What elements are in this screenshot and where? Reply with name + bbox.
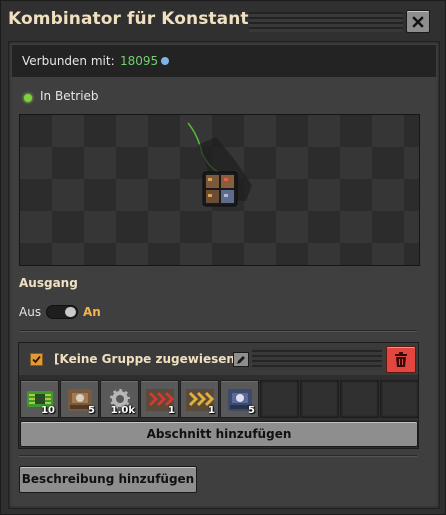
output-off-label: Aus [19, 305, 42, 319]
connection-label: Verbunden mit: [22, 54, 115, 68]
close-button[interactable] [406, 10, 430, 33]
constant-combinator-sprite [202, 171, 238, 207]
signal-section: [Keine Gruppe zugewiesen] 10 5 1.0k 1 1 … [18, 342, 419, 449]
empty-signal-slot[interactable] [300, 380, 339, 418]
title-bar[interactable]: Kombinator für Konstanten [1, 1, 445, 41]
status-indicator-icon [24, 94, 32, 102]
signal-slot[interactable]: 1.0k [100, 380, 139, 418]
check-icon [32, 355, 41, 364]
trash-icon [395, 351, 407, 367]
network-id: 18095 [120, 54, 159, 68]
status-text: In Betrieb [40, 89, 99, 103]
drag-handle[interactable] [249, 12, 403, 32]
connection-bar: Verbunden mit: 18095 [12, 45, 436, 77]
slot-count: 1 [208, 405, 215, 416]
signal-slot[interactable]: 10 [20, 380, 59, 418]
signal-slot[interactable]: 5 [60, 380, 99, 418]
signal-slot[interactable]: 1 [180, 380, 219, 418]
add-section-button[interactable]: Abschnitt hinzufügen [20, 421, 418, 447]
pencil-icon [237, 355, 245, 364]
signal-slots: 10 5 1.0k 1 1 5 [20, 380, 419, 418]
divider [19, 330, 417, 332]
window-title: Kombinator für Konstanten [8, 9, 273, 29]
section-drag-handle[interactable] [252, 348, 382, 370]
slot-count: 5 [88, 405, 95, 416]
empty-signal-slot[interactable] [340, 380, 379, 418]
content-panel: Verbunden mit: 18095 In Betrieb Ausgang … [8, 41, 440, 509]
signal-slot[interactable]: 5 [220, 380, 259, 418]
empty-signal-slot[interactable] [380, 380, 419, 418]
toggle-knob [65, 307, 76, 317]
info-icon[interactable] [161, 57, 169, 65]
output-label: Ausgang [19, 276, 78, 290]
edit-group-button[interactable] [233, 352, 249, 367]
divider [19, 455, 417, 457]
section-enabled-checkbox[interactable] [30, 353, 43, 366]
constant-combinator-window: Kombinator für Konstanten Verbunden mit:… [0, 0, 446, 515]
signal-slot[interactable]: 1 [140, 380, 179, 418]
entity-preview[interactable] [19, 114, 420, 266]
delete-section-button[interactable] [386, 346, 416, 373]
slot-count: 10 [41, 405, 55, 416]
output-on-label: An [83, 305, 101, 319]
combinator-preview-graphic [187, 122, 252, 207]
group-name: [Keine Gruppe zugewiesen] [54, 352, 241, 366]
add-description-button[interactable]: Beschreibung hinzufügen [19, 466, 197, 493]
slot-count: 1 [168, 405, 175, 416]
close-icon [412, 15, 424, 28]
slot-count: 5 [248, 405, 255, 416]
output-toggle[interactable] [46, 305, 78, 319]
empty-signal-slot[interactable] [260, 380, 299, 418]
section-header: [Keine Gruppe zugewiesen] [19, 343, 418, 375]
slot-count: 1.0k [110, 405, 135, 416]
